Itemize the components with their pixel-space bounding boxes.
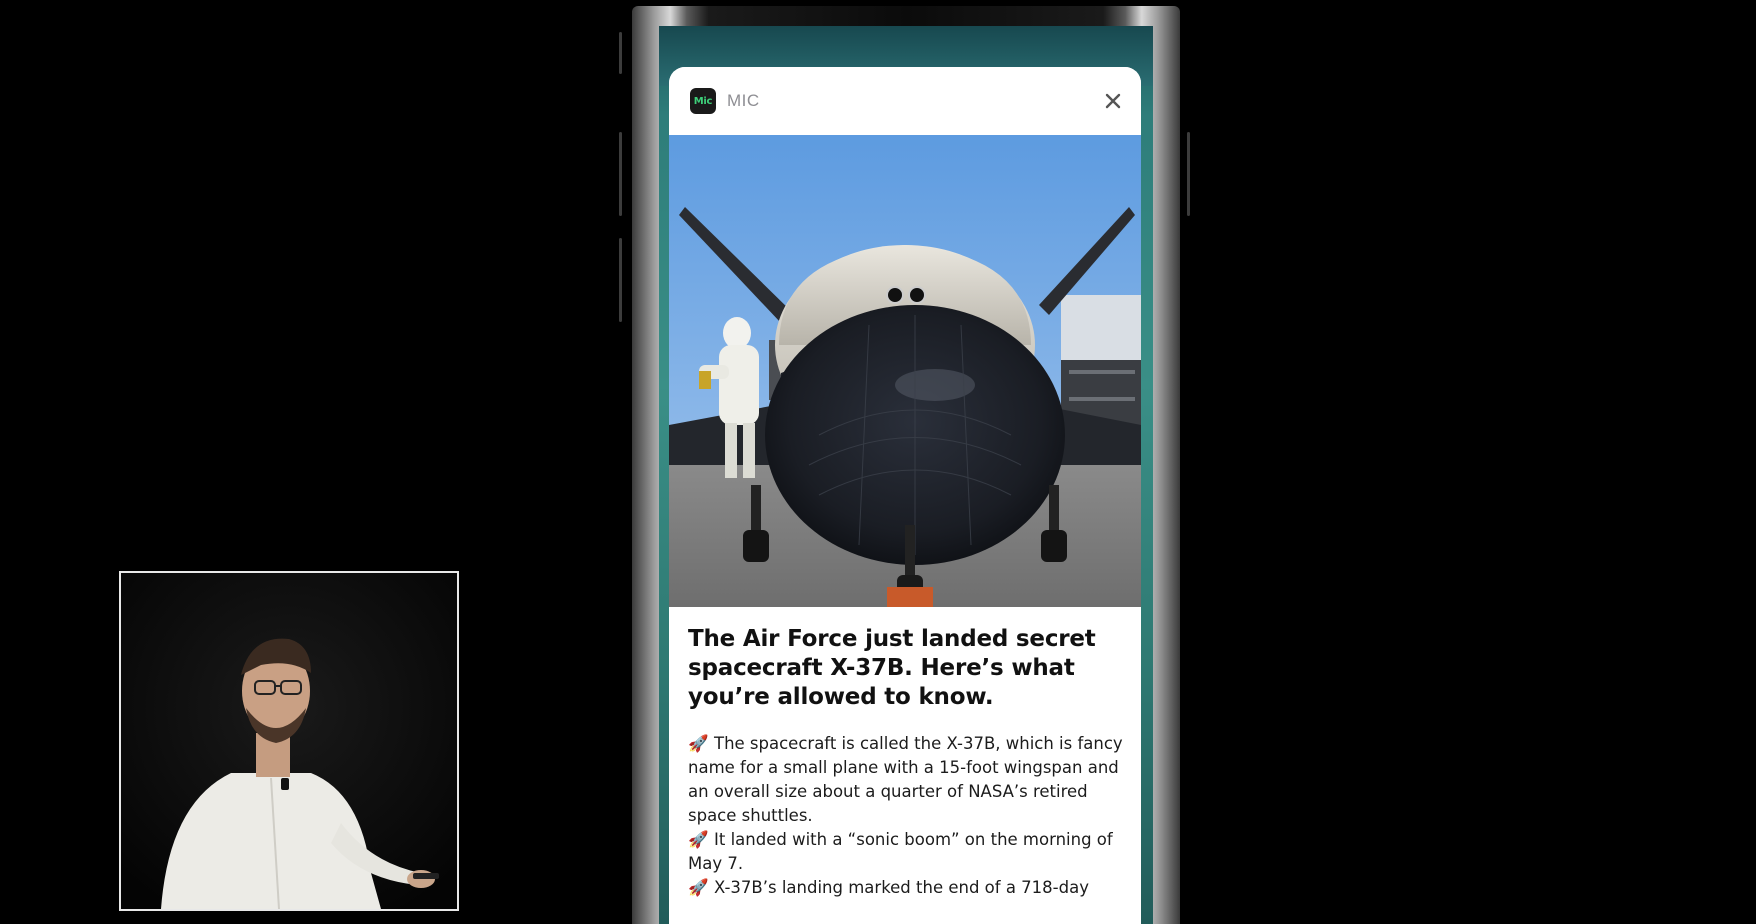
- rocket-icon: 🚀: [688, 734, 709, 753]
- volume-down-button: [619, 238, 622, 322]
- article-bullet: 🚀 X-37B’s landing marked the end of a 718…: [688, 876, 1128, 900]
- volume-up-button: [619, 132, 622, 216]
- bullet-text: The spacecraft is called the X-37B, whic…: [688, 734, 1123, 825]
- close-button[interactable]: [1099, 87, 1127, 115]
- close-icon: [1105, 93, 1121, 109]
- article-body: The Air Force just landed secret spacecr…: [688, 625, 1128, 900]
- presenter-video-inset: [119, 571, 459, 911]
- mic-app-icon: Mic: [690, 88, 716, 114]
- rich-notification-card[interactable]: Mic MIC The Air Force just landed secret…: [669, 67, 1141, 924]
- bullet-text: It landed with a “sonic boom” on the mor…: [688, 830, 1113, 873]
- article-bullets: 🚀 The spacecraft is called the X-37B, whi…: [688, 732, 1128, 900]
- bullet-text: X-37B’s landing marked the end of a 718-…: [714, 878, 1089, 897]
- article-hero-image[interactable]: [669, 135, 1141, 607]
- article-headline[interactable]: The Air Force just landed secret spacecr…: [688, 625, 1128, 712]
- keynote-stage: Mic MIC The Air Force just landed secret…: [0, 0, 1756, 924]
- phone-screen: Mic MIC The Air Force just landed secret…: [659, 26, 1153, 924]
- app-name: MIC: [727, 91, 760, 110]
- rocket-icon: 🚀: [688, 830, 709, 849]
- article-bullet: 🚀 The spacecraft is called the X-37B, whi…: [688, 732, 1128, 828]
- presenter-figure: [121, 573, 457, 909]
- spacecraft-photo: [669, 135, 1141, 607]
- rocket-icon: 🚀: [688, 878, 709, 897]
- app-icon-label: Mic: [693, 95, 713, 107]
- power-button: [1187, 132, 1190, 216]
- notification-header: Mic MIC: [669, 67, 1141, 135]
- article-bullet: 🚀 It landed with a “sonic boom” on the mo…: [688, 828, 1128, 876]
- mute-switch: [619, 32, 622, 74]
